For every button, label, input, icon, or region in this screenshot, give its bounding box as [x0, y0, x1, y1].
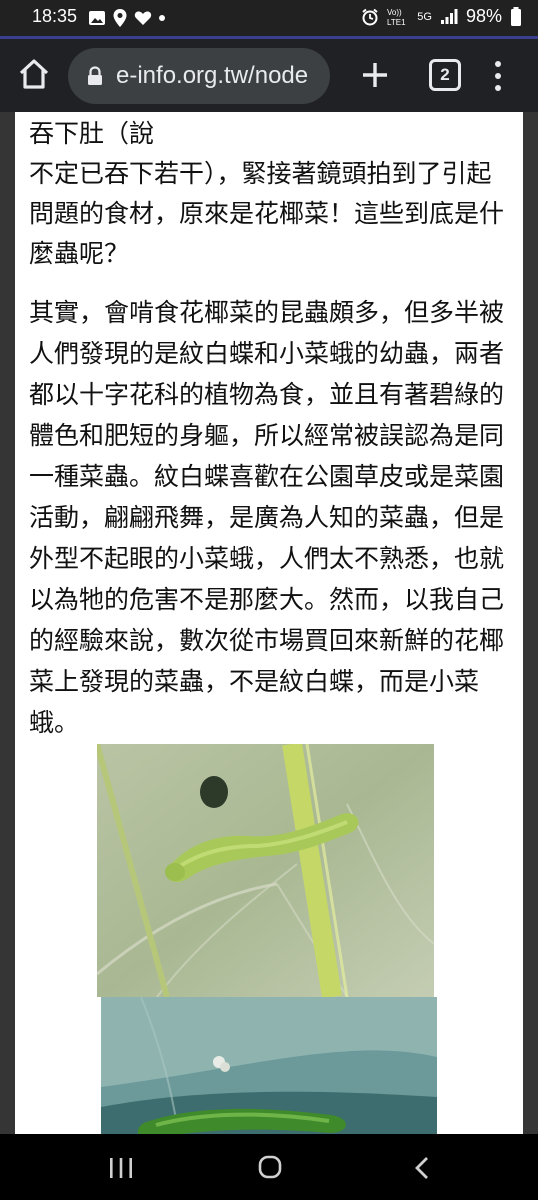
back-icon[interactable]: [412, 1156, 432, 1180]
system-nav-bar: [0, 1134, 538, 1200]
paragraph-2: 其實，會啃食花椰菜的昆蟲頗多，但多半被 人們發現的是紋白蝶和小菜蛾的幼蟲，兩者 …: [29, 292, 509, 743]
alarm-icon: [362, 8, 378, 25]
caterpillar-photo-2: [101, 997, 437, 1134]
status-bar: 18:35 Vo)) LTE1 5G 98%: [0, 0, 538, 36]
home-icon[interactable]: [16, 56, 52, 92]
status-time: 18:35: [32, 6, 78, 26]
browser-toolbar: e-info.org.tw/node 2: [0, 39, 538, 112]
svg-text:LTE1: LTE1: [387, 18, 406, 27]
network-label: 5G: [417, 10, 432, 23]
tabs-icon[interactable]: 2: [429, 59, 461, 91]
paragraph-1: 吞下肚（說 不定已吞下若干），緊接著鏡頭拍到了引起 問題的食材，原來是花椰菜！這…: [29, 114, 509, 274]
text-line: 吞下肚（說: [29, 119, 155, 148]
text-line: 體色和肥短的身軀，所以經常被誤認為是同: [29, 421, 505, 450]
gallery-icon: [89, 11, 105, 25]
text-line: 不定已吞下若干），緊接著鏡頭拍到了引起: [29, 159, 492, 188]
location-icon: [113, 9, 127, 27]
menu-icon[interactable]: [488, 59, 508, 93]
tab-count: 2: [440, 65, 450, 84]
url-text[interactable]: e-info.org.tw/node: [116, 62, 324, 90]
plus-icon[interactable]: [358, 58, 392, 92]
volte-icon: Vo))LTE1: [387, 8, 406, 27]
battery-percent: 98%: [465, 6, 502, 26]
text-line: 外型不起眼的小菜蛾，人們太不熟悉，也就: [29, 544, 505, 573]
text-line: 麼蟲呢？: [29, 239, 130, 268]
text-line: 都以十字花科的植物為食，並且有著碧綠的: [29, 380, 505, 409]
text-line: 以為牠的危害不是那麼大。然而，以我自己: [29, 585, 505, 614]
lock-icon[interactable]: [86, 66, 104, 86]
signal-icon: [440, 8, 458, 24]
text-line: 人們發現的是紋白蝶和小菜蛾的幼蟲，兩者: [29, 339, 505, 368]
battery-icon: [511, 6, 521, 26]
text-line: 一種菜蟲。紋白蝶喜歡在公園草皮或是菜園: [29, 462, 505, 491]
heart-icon: [134, 11, 152, 25]
home-circle-icon[interactable]: [258, 1155, 282, 1179]
text-line: 蛾。: [29, 708, 80, 737]
text-line: 活動，翩翩飛舞，是廣為人知的菜蟲，但是: [29, 503, 505, 532]
text-line: 問題的食材，原來是花椰菜！這些到底是什: [29, 199, 505, 228]
text-line: 其實，會啃食花椰菜的昆蟲頗多，但多半被: [29, 298, 505, 327]
text-line: 的經驗來說，數次從市場買回來新鮮的花椰: [29, 626, 505, 655]
caterpillar-photo-1: [97, 744, 434, 997]
recents-icon[interactable]: [108, 1157, 134, 1179]
dot-icon: [159, 15, 165, 21]
address-bar[interactable]: e-info.org.tw/node: [68, 48, 330, 104]
svg-text:Vo)): Vo)): [387, 8, 402, 17]
text-line: 菜上發現的菜蟲，不是紋白蝶，而是小菜: [29, 667, 480, 696]
article-body: 吞下肚（說 不定已吞下若干），緊接著鏡頭拍到了引起 問題的食材，原來是花椰菜！這…: [15, 112, 523, 1134]
